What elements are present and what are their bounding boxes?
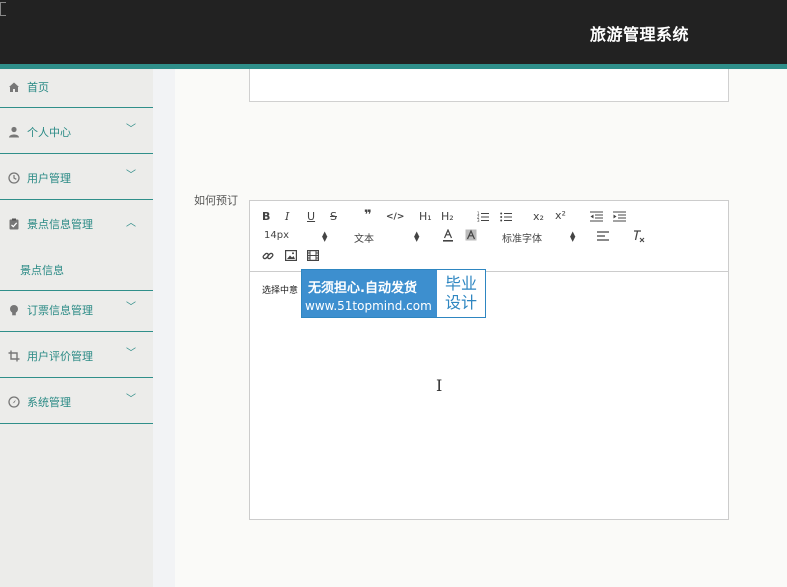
user-icon: [9, 126, 19, 138]
font-family-value: 标准字体: [502, 234, 542, 245]
italic-button[interactable]: I: [285, 210, 289, 224]
select-arrows-icon: ▼: [570, 235, 576, 243]
chevron-down-icon: ﹀: [126, 302, 136, 313]
font-size-select[interactable]: 14px ▲ ▼: [264, 230, 334, 243]
heading1-button[interactable]: H₁: [419, 210, 432, 224]
header-select[interactable]: 文本 ▲ ▼: [354, 230, 424, 245]
sidebar-item-user-management[interactable]: 用户管理 ﹀: [0, 154, 153, 200]
outdent-icon[interactable]: [590, 211, 603, 222]
select-arrows-icon: ▼: [414, 235, 420, 243]
app-title: 旅游管理系统: [590, 25, 690, 44]
svg-text:3: 3: [477, 218, 480, 222]
font-size-value: 14px: [264, 230, 289, 241]
rich-text-editor: B I U S ❞ </> H₁ H₂ 123 x₂ x² 14px ▲ ▼ 文…: [249, 200, 729, 520]
heading2-button[interactable]: H₂: [441, 210, 454, 224]
bullet-list-icon[interactable]: [500, 211, 512, 222]
editor-content-text: 选择中意: [262, 286, 299, 296]
header-value: 文本: [354, 234, 374, 245]
watermark-badge: 毕业设计: [445, 274, 478, 312]
editor-toolbar: B I U S ❞ </> H₁ H₂ 123 x₂ x² 14px ▲ ▼ 文…: [250, 201, 728, 272]
sidebar-item-system-management[interactable]: 系统管理 ﹀: [0, 378, 153, 424]
field-label-how-to-book: 如何预订: [194, 194, 238, 207]
sidebar-item-label: 用户评价管理: [27, 350, 93, 363]
code-block-button[interactable]: </>: [386, 210, 404, 224]
sidebar-subitem-label: 景点信息: [20, 264, 64, 277]
watermark-url: www.51topmind.com: [305, 299, 432, 313]
sidebar-item-label: 系统管理: [27, 396, 71, 409]
sidebar-item-label: 首页: [27, 81, 49, 94]
blockquote-button[interactable]: ❞: [364, 209, 372, 223]
link-icon[interactable]: [262, 250, 274, 262]
watermark-left-panel: 无须担心.自动发货 www.51topmind.com: [302, 270, 437, 317]
top-header: 旅游管理系统: [0, 0, 787, 64]
bold-button[interactable]: B: [262, 210, 270, 224]
sidebar-item-personal-center[interactable]: 个人中心 ﹀: [0, 108, 153, 154]
sidebar-item-review-management[interactable]: 用户评价管理 ﹀: [0, 332, 153, 378]
corner-bracket-icon: [0, 2, 6, 16]
sidebar-item-scenic-management[interactable]: 景点信息管理 ︿: [0, 200, 153, 245]
text-color-icon[interactable]: [442, 229, 454, 242]
sidebar-gutter: [153, 69, 175, 587]
home-icon: [9, 82, 19, 92]
chevron-down-icon: ﹀: [126, 170, 136, 181]
sidebar-item-label: 用户管理: [27, 172, 71, 185]
sidebar-item-booking-management[interactable]: 订票信息管理 ﹀: [0, 286, 153, 332]
clear-format-icon[interactable]: [632, 229, 646, 243]
background-color-icon[interactable]: [465, 229, 477, 242]
bulb-icon: [10, 305, 18, 316]
chevron-down-icon: ﹀: [126, 394, 136, 405]
sidebar-subitem-scenic-info[interactable]: 景点信息: [0, 245, 153, 291]
watermark-banner: 无须担心.自动发货 www.51topmind.com 毕业设计: [301, 269, 486, 318]
strike-button[interactable]: S: [330, 210, 337, 224]
image-icon[interactable]: [285, 250, 297, 261]
previous-editor-box[interactable]: [249, 69, 729, 102]
chevron-down-icon: ﹀: [126, 348, 136, 359]
video-icon[interactable]: [307, 250, 319, 261]
subscript-button[interactable]: x₂: [533, 210, 544, 224]
crop-icon: [8, 350, 20, 362]
sidebar-item-label: 个人中心: [27, 126, 71, 139]
superscript-button[interactable]: x²: [555, 209, 566, 223]
font-family-select[interactable]: 标准字体 ▲ ▼: [502, 230, 582, 245]
chevron-down-icon: ﹀: [126, 124, 136, 135]
watermark-slogan: 无须担心.自动发货: [308, 281, 417, 296]
clipboard-icon: [9, 218, 19, 230]
align-icon[interactable]: [597, 231, 609, 241]
sidebar-item-label: 景点信息管理: [27, 218, 93, 231]
sidebar-item-label: 订票信息管理: [27, 304, 93, 317]
text-cursor-icon: I: [436, 376, 443, 395]
underline-button[interactable]: U: [307, 210, 315, 224]
clock-icon: [8, 172, 20, 184]
ordered-list-icon[interactable]: 123: [477, 211, 489, 222]
sidebar-item-home[interactable]: 首页: [0, 69, 153, 108]
compass-icon: [8, 396, 20, 408]
indent-icon[interactable]: [613, 211, 626, 222]
select-arrows-icon: ▼: [322, 235, 328, 243]
chevron-up-icon: ︿: [126, 218, 136, 229]
sidebar: 首页 个人中心 ﹀ 用户管理 ﹀ 景点信息管理 ︿ 景点信息 订票信息管理 ﹀ …: [0, 69, 153, 587]
